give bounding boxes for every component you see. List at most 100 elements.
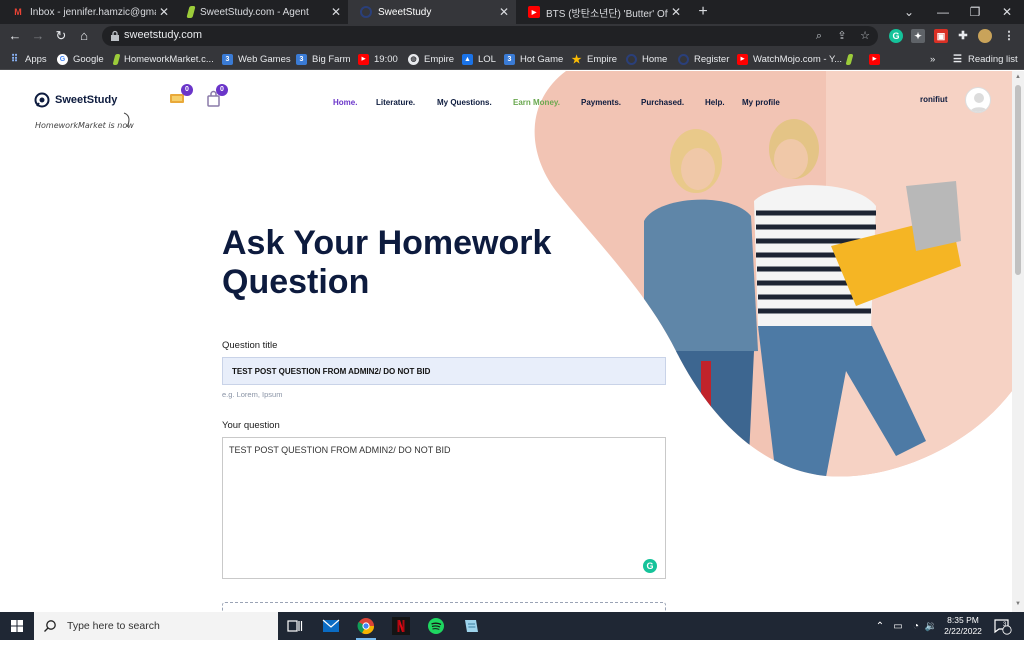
tab-sweetstudy[interactable]: SweetStudy ✕ — [348, 0, 516, 24]
avatar[interactable] — [965, 87, 991, 113]
show-hidden-icons[interactable]: ⌃ — [872, 612, 888, 640]
bookmark-google[interactable]: G Google — [57, 51, 104, 67]
restore-button[interactable]: ❐ — [960, 0, 990, 24]
zoom-icon[interactable]: ⌕ — [812, 29, 826, 43]
search-placeholder: Type here to search — [67, 620, 160, 632]
notifications-button[interactable]: 0 — [205, 84, 228, 108]
nav-my-profile[interactable]: My profile — [742, 98, 780, 107]
nav-my-questions[interactable]: My Questions. — [437, 98, 492, 107]
nav-help[interactable]: Help. — [705, 98, 725, 107]
page-title: Ask Your Homework Question — [222, 224, 582, 302]
share-icon[interactable]: ⇪ — [835, 29, 849, 43]
bookmark-label: 19:00 — [374, 53, 398, 65]
bookmark-big-farm[interactable]: 3 Big Farm — [296, 51, 351, 67]
reading-list-label: Reading list — [968, 53, 1018, 65]
netflix-app-button[interactable] — [389, 615, 413, 637]
taskbar-search[interactable]: Type here to search — [34, 612, 278, 640]
scroll-down-icon[interactable]: ▼ — [1014, 601, 1022, 607]
chrome-app-button[interactable] — [354, 615, 378, 640]
close-window-button[interactable]: ✕ — [992, 0, 1022, 24]
bookmark-watchmojo[interactable]: ▶ WatchMojo.com - Y... — [737, 51, 842, 67]
mail-icon — [322, 619, 340, 632]
windows-taskbar: Type here to search ⌃ ▭ ◔ 🔉 8:35 PM 2/22… — [0, 612, 1024, 640]
question-body-textarea[interactable]: TEST POST QUESTION FROM ADMIN2/ DO NOT B… — [222, 437, 666, 579]
bookmark-label: Web Games — [238, 53, 291, 65]
grammarly-extension-icon[interactable]: G — [889, 29, 903, 43]
start-button[interactable] — [0, 612, 34, 640]
bookmark-web-games[interactable]: 3 Web Games — [222, 51, 291, 67]
bookmark-label: Hot Game — [520, 53, 564, 65]
address-bar[interactable]: sweetstudy.com ⌕ ⇪ ☆ — [102, 26, 878, 46]
site-logo[interactable]: SweetStudy — [34, 92, 117, 108]
volume-icon[interactable]: 🔉 — [923, 612, 939, 640]
notifications-badge: 0 — [216, 84, 228, 96]
new-tab-button[interactable]: + — [694, 3, 712, 21]
notification-count: 3 — [1003, 622, 1007, 628]
reading-list-button[interactable]: ☰ Reading list — [952, 51, 1018, 67]
home-button[interactable]: ⌂ — [74, 26, 94, 46]
tab-sweetstudy-agent[interactable]: SweetStudy.com - Agent ✕ — [176, 0, 348, 24]
taskbar-clock[interactable]: 8:35 PM 2/22/2022 — [938, 615, 988, 637]
tab-search-button[interactable]: ⌄ — [894, 0, 924, 24]
nav-payments[interactable]: Payments. — [581, 98, 621, 107]
bookmark-hot-game[interactable]: 3 Hot Game — [504, 51, 563, 67]
scroll-up-icon[interactable]: ▲ — [1014, 74, 1022, 80]
bookmark-apps[interactable]: ⠿ Apps — [9, 51, 47, 67]
nav-purchased[interactable]: Purchased. — [641, 98, 684, 107]
nav-earn-money[interactable]: Earn Money. — [513, 98, 560, 107]
menu-icon[interactable]: ⋮ — [1002, 29, 1016, 43]
notepad-app-button[interactable] — [459, 615, 483, 637]
close-tab-icon[interactable]: ✕ — [328, 5, 344, 19]
gmail-icon: M — [14, 7, 22, 17]
bookmark-homeworkmarket-2[interactable] — [845, 51, 857, 67]
bookmark-empire[interactable]: ◍ Empire — [408, 51, 454, 67]
back-button[interactable]: ← — [5, 26, 25, 46]
red-extension-icon[interactable]: ▣ — [934, 29, 948, 43]
sweetstudy-logo-icon — [626, 53, 637, 65]
url-text: sweetstudy.com — [124, 29, 203, 41]
bookmark-label: Empire — [587, 53, 618, 65]
coins-badge: 0 — [181, 84, 193, 96]
attachment-dropzone[interactable] — [222, 602, 666, 612]
logo-tagline: HomeworkMarket is now — [35, 121, 134, 130]
profile-avatar-icon[interactable] — [978, 29, 992, 43]
puzzle-extensions-icon[interactable]: ✚ — [956, 29, 970, 43]
mail-app-button[interactable] — [319, 615, 343, 637]
task-view-button[interactable] — [283, 615, 307, 637]
close-tab-icon[interactable]: ✕ — [156, 5, 172, 19]
notification-center-button[interactable]: 3 — [990, 612, 1014, 640]
forward-button[interactable]: → — [28, 26, 48, 46]
bookmark-star-icon[interactable]: ☆ — [858, 29, 872, 43]
games-icon: 3 — [296, 53, 307, 65]
close-tab-icon[interactable]: ✕ — [668, 5, 684, 19]
bookmark-homeworkmarket[interactable]: HomeworkMarket.c... — [112, 51, 214, 67]
tab-gmail[interactable]: M Inbox - jennifer.hamzic@gmail.co ✕ — [0, 0, 176, 24]
tab-title: SweetStudy.com - Agent — [200, 6, 309, 18]
extension-icon[interactable]: ✦ — [911, 29, 925, 43]
nav-home[interactable]: Home. — [333, 98, 357, 107]
nav-literature[interactable]: Literature. — [376, 98, 415, 107]
close-tab-icon[interactable]: ✕ — [496, 5, 512, 19]
bookmark-register[interactable]: Register — [678, 51, 729, 67]
username[interactable]: ronifiut — [920, 95, 948, 104]
bookmark-youtube[interactable]: ▶ — [869, 51, 885, 67]
battery-icon[interactable]: ▭ — [889, 612, 907, 640]
tab-youtube[interactable]: ▶ BTS (방탄소년단) 'Butter' Official ✕ — [516, 0, 688, 24]
grammarly-icon[interactable]: G — [643, 559, 657, 573]
coins-button[interactable]: 0 — [169, 84, 193, 108]
bookmark-home[interactable]: Home — [626, 51, 667, 67]
sweetstudy-logo-icon — [34, 92, 50, 108]
spotify-app-button[interactable] — [424, 615, 448, 637]
page-scrollbar[interactable]: ▲ ▼ — [1012, 71, 1024, 612]
scrollbar-thumb[interactable] — [1015, 85, 1021, 275]
your-question-label: Your question — [222, 420, 280, 431]
more-bookmarks-button[interactable]: » — [930, 51, 935, 67]
youtube-icon: ▶ — [737, 53, 748, 65]
minimize-button[interactable]: — — [928, 0, 958, 24]
tab-strip: M Inbox - jennifer.hamzic@gmail.co ✕ Swe… — [0, 0, 1024, 24]
bookmark-empire-2[interactable]: ★ Empire — [571, 51, 618, 67]
bookmark-lol[interactable]: ▲ LOL — [462, 51, 496, 67]
reload-button[interactable]: ↻ — [51, 26, 71, 46]
question-title-input[interactable]: TEST POST QUESTION FROM ADMIN2/ DO NOT B… — [222, 357, 666, 385]
bookmark-1900[interactable]: ▶ 19:00 — [358, 51, 398, 67]
